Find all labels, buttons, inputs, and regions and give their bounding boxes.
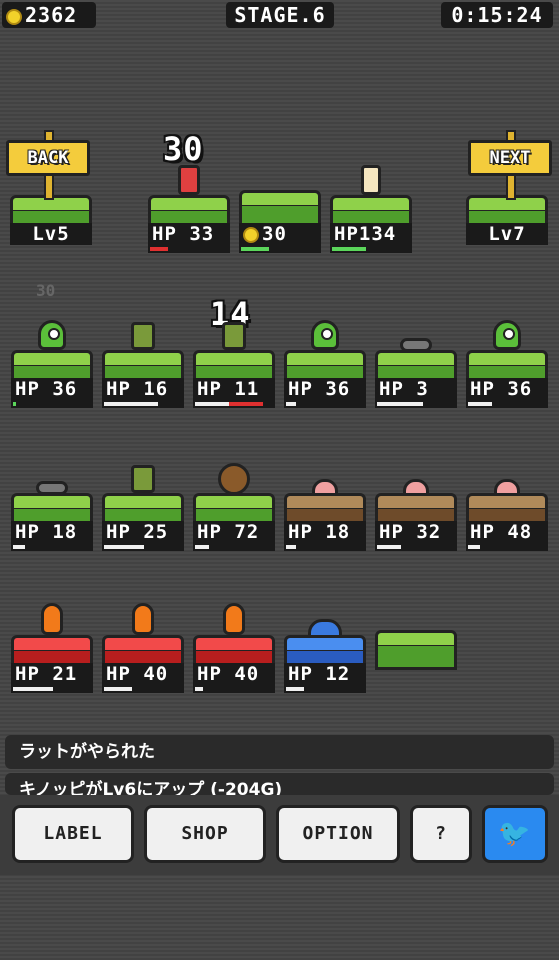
enemy-hp: HP 36: [284, 378, 366, 400]
enemy-hp: HP 18: [284, 521, 366, 543]
enemy-hp: HP 72: [193, 521, 275, 543]
timer: 0:15:24: [441, 2, 553, 28]
gold-value: 2362: [25, 3, 78, 27]
eye-blob-sprite: [311, 320, 339, 350]
enemy-hp: HP 3: [375, 378, 457, 400]
help-button[interactable]: ?: [410, 805, 472, 863]
enemy-hp-bar: [11, 543, 93, 551]
gold-counter: 2362: [2, 2, 96, 28]
back-level-label: Lv5: [10, 223, 92, 245]
coin-tile-bar: [239, 245, 321, 253]
enemy-hp: HP 48: [466, 521, 548, 543]
ally-hp: HP134: [330, 223, 412, 245]
ghost-number: 30: [36, 281, 56, 300]
goblin-sprite: [222, 322, 246, 350]
hero-sprite: [178, 165, 200, 195]
enemy-hp: HP 36: [466, 378, 548, 400]
enemy-hp: HP 36: [11, 378, 93, 400]
label-button[interactable]: LABEL: [12, 805, 134, 863]
option-button[interactable]: OPTION: [276, 805, 400, 863]
flame-sprite: [132, 603, 154, 635]
bottom-toolbar: LABEL SHOP OPTION ? 🐦: [0, 795, 559, 875]
ally-sprite: [361, 165, 381, 195]
shop-button[interactable]: SHOP: [144, 805, 266, 863]
ally-hp-bar: [330, 245, 412, 253]
eye-blob-sprite: [38, 320, 66, 350]
enemy-hp: HP 32: [375, 521, 457, 543]
enemy-hp-bar: [193, 685, 275, 693]
enemy-hp-bar: [102, 400, 184, 408]
back-sign[interactable]: BACK: [6, 130, 96, 200]
coin-icon: [6, 8, 22, 25]
enemy-hp-bar: [284, 685, 366, 693]
message-line: ラットがやられた: [5, 735, 554, 769]
enemy-hp-bar: [375, 543, 457, 551]
enemy-hp: HP 12: [284, 663, 366, 685]
stage-label: STAGE.6: [226, 2, 334, 28]
flame-sprite: [41, 603, 63, 635]
enemy-hp-bar: [102, 685, 184, 693]
goblin-sprite: [131, 465, 155, 493]
next-button[interactable]: NEXT: [468, 140, 552, 176]
floating-number: 30: [163, 130, 204, 168]
enemy-hp-bar: [284, 400, 366, 408]
coin-tile-label: 30: [239, 223, 321, 245]
rock-sprite: [218, 463, 250, 495]
enemy-hp-bar: [102, 543, 184, 551]
enemy-hp-bar: [466, 543, 548, 551]
back-button[interactable]: BACK: [6, 140, 90, 176]
eye-blob-sprite: [493, 320, 521, 350]
enemy-hp: HP 25: [102, 521, 184, 543]
next-level-label: Lv7: [466, 223, 548, 245]
enemy-hp: HP 21: [11, 663, 93, 685]
enemy-hp: HP 40: [193, 663, 275, 685]
message-line: キノッピがLv6にアップ (-204G): [5, 773, 554, 795]
coin-icon: [243, 226, 259, 243]
next-sign[interactable]: NEXT: [468, 130, 558, 200]
enemy-hp: HP 40: [102, 663, 184, 685]
hero-hp-bar: [148, 245, 230, 253]
enemy-hp-bar: [11, 685, 93, 693]
enemy-hp: HP 11: [193, 378, 275, 400]
hero-hp: HP 33: [148, 223, 230, 245]
twitter-icon: 🐦: [498, 819, 532, 849]
flame-sprite: [223, 603, 245, 635]
top-bar: 2362 STAGE.6 0:15:24: [0, 0, 559, 30]
coin-tile-value: 30: [262, 223, 287, 245]
enemy-hp: HP 16: [102, 378, 184, 400]
enemy-hp-bar: [284, 543, 366, 551]
enemy-hp: HP 18: [11, 521, 93, 543]
enemy-hp-bar: [466, 400, 548, 408]
enemy-hp-bar: [193, 400, 275, 408]
enemy-hp-bar: [375, 400, 457, 408]
twitter-button[interactable]: 🐦: [482, 805, 548, 863]
enemy-hp-bar: [11, 400, 93, 408]
enemy-hp-bar: [193, 543, 275, 551]
goblin-sprite: [131, 322, 155, 350]
